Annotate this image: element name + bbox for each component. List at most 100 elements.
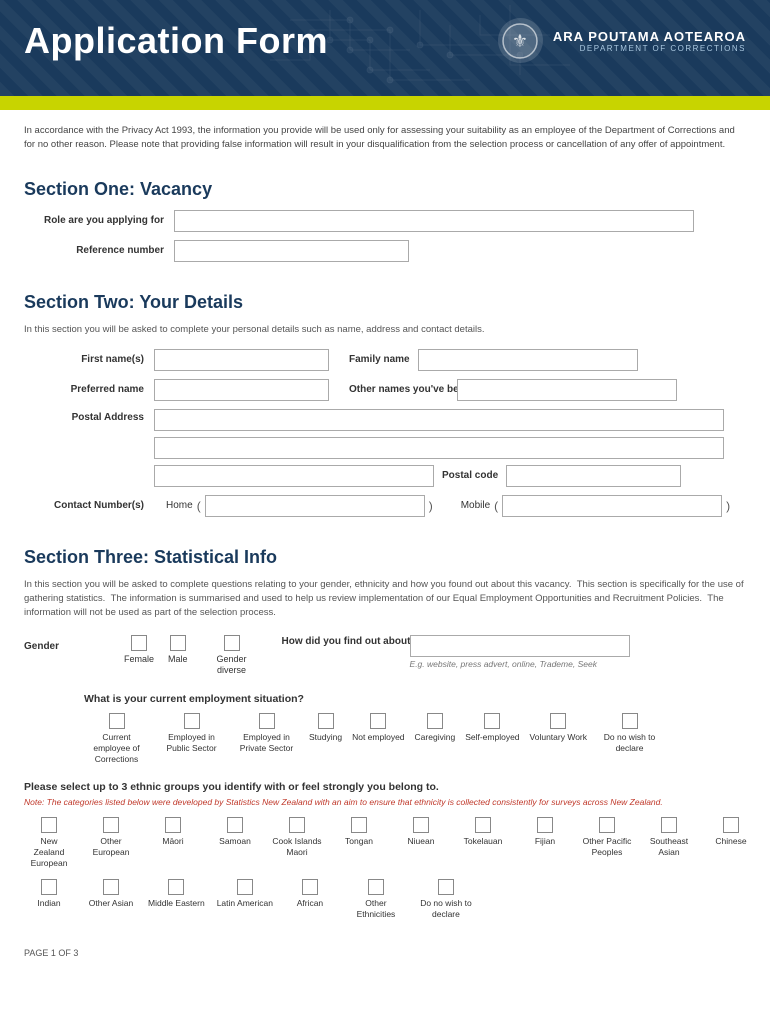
eth-tongan-checkbox[interactable] <box>351 817 367 833</box>
eth-cook-islands-checkbox[interactable] <box>289 817 305 833</box>
eth-indian-checkbox[interactable] <box>41 879 57 895</box>
eth-maori: Māori <box>148 817 198 847</box>
emp-caregiving-label: Caregiving <box>415 732 456 743</box>
emp-private-sector: Employed in Private Sector <box>234 713 299 754</box>
emp-voluntary-checkbox[interactable] <box>550 713 566 729</box>
gender-diverse-label: Gender diverse <box>202 654 262 677</box>
section-three-desc: In this section you will be asked to com… <box>24 578 746 621</box>
how-found-input[interactable] <box>410 635 630 657</box>
postal-address-label: Postal Address <box>24 409 154 423</box>
section-one-title: Section One: Vacancy <box>24 179 746 200</box>
eth-latin-american-checkbox[interactable] <box>237 879 253 895</box>
eth-maori-label: Māori <box>162 836 183 847</box>
eth-niuean-checkbox[interactable] <box>413 817 429 833</box>
preferred-name-row: Preferred name Other names you've been k… <box>24 379 746 401</box>
contact-numbers-label: Contact Number(s) <box>24 500 154 511</box>
address-inputs: Postal code <box>154 409 724 487</box>
ethnicity-note: Note: The categories listed below were d… <box>24 797 746 807</box>
emp-voluntary-label: Voluntary Work <box>530 732 587 743</box>
eth-middle-eastern-checkbox[interactable] <box>168 879 184 895</box>
family-name-label: Family name <box>349 354 410 365</box>
emp-current-corrections-label: Current employee of Corrections <box>84 732 149 765</box>
eth-samoan-label: Samoan <box>219 836 251 847</box>
emp-public-sector-label: Employed in Public Sector <box>159 732 224 754</box>
home-label: Home <box>166 500 193 511</box>
eth-latin-american: Latin American <box>217 879 273 909</box>
vacancy-role-input[interactable] <box>174 210 694 232</box>
eth-chinese-label: Chinese <box>715 836 746 847</box>
eth-african-checkbox[interactable] <box>302 879 318 895</box>
vacancy-ref-input[interactable] <box>174 240 409 262</box>
eth-southeast-asian: Southeast Asian <box>644 817 694 858</box>
emp-self-employed-checkbox[interactable] <box>484 713 500 729</box>
other-names-group: Other names you've been known as <box>349 379 677 401</box>
how-found-hint: E.g. website, press advert, online, Trad… <box>410 659 630 669</box>
gender-female-checkbox[interactable] <box>131 635 147 651</box>
first-name-input[interactable] <box>154 349 329 371</box>
eth-maori-checkbox[interactable] <box>165 817 181 833</box>
eth-other-european-checkbox[interactable] <box>103 817 119 833</box>
eth-tokelauan-checkbox[interactable] <box>475 817 491 833</box>
eth-samoan: Samoan <box>210 817 260 847</box>
address-suburb-input[interactable] <box>154 465 434 487</box>
postal-code-label: Postal code <box>442 470 498 481</box>
emp-private-sector-checkbox[interactable] <box>259 713 275 729</box>
gender-male-item: Male <box>168 635 188 666</box>
gender-diverse-item: Gender diverse <box>202 635 262 677</box>
postal-code-input[interactable] <box>506 465 681 487</box>
address-bottom-row: Postal code <box>154 465 724 487</box>
emp-public-sector-checkbox[interactable] <box>184 713 200 729</box>
gender-diverse-checkbox[interactable] <box>224 635 240 651</box>
eth-tokelauan-label: Tokelauan <box>464 836 503 847</box>
address-line2-input[interactable] <box>154 437 724 459</box>
home-phone-group: Home ( ) <box>166 495 433 517</box>
emp-self-employed: Self-employed <box>465 713 519 743</box>
eth-chinese-checkbox[interactable] <box>723 817 739 833</box>
emp-caregiving-checkbox[interactable] <box>427 713 443 729</box>
emp-do-not-wish-checkbox[interactable] <box>622 713 638 729</box>
ethnicity-row1: New Zealand European Other European Māor… <box>24 817 746 869</box>
eth-nz-european: New Zealand European <box>24 817 74 869</box>
emp-not-employed: Not employed <box>352 713 404 743</box>
eth-do-not-wish-checkbox[interactable] <box>438 879 454 895</box>
eth-other-pacific-label: Other Pacific Peoples <box>582 836 632 858</box>
home-phone-input[interactable] <box>205 495 425 517</box>
mobile-label: Mobile <box>461 500 490 511</box>
eth-other-asian: Other Asian <box>86 879 136 909</box>
eth-southeast-asian-checkbox[interactable] <box>661 817 677 833</box>
emp-not-employed-label: Not employed <box>352 732 404 743</box>
emp-current-corrections-checkbox[interactable] <box>109 713 125 729</box>
gender-options: Female Male Gender diverse <box>124 635 262 677</box>
eth-other-asian-label: Other Asian <box>89 898 133 909</box>
family-name-input[interactable] <box>418 349 638 371</box>
mobile-phone-input[interactable] <box>502 495 722 517</box>
other-names-label: Other names you've been known as <box>349 384 449 395</box>
section-two: Section Two: Your Details In this sectio… <box>0 276 770 531</box>
address-line1-input[interactable] <box>154 409 724 431</box>
emp-do-not-wish: Do no wish to declare <box>597 713 662 754</box>
logo-sub-name: DEPARTMENT OF CORRECTIONS <box>553 44 746 53</box>
eth-samoan-checkbox[interactable] <box>227 817 243 833</box>
eth-niuean: Niuean <box>396 817 446 847</box>
eth-other-ethnicities-checkbox[interactable] <box>368 879 384 895</box>
eth-indian: Indian <box>24 879 74 909</box>
eth-latin-american-label: Latin American <box>217 898 273 909</box>
eth-african-label: African <box>297 898 323 909</box>
emp-public-sector: Employed in Public Sector <box>159 713 224 754</box>
emp-not-employed-checkbox[interactable] <box>370 713 386 729</box>
first-name-label: First name(s) <box>24 354 154 365</box>
eth-middle-eastern: Middle Eastern <box>148 879 205 909</box>
eth-other-pacific-checkbox[interactable] <box>599 817 615 833</box>
preferred-name-input[interactable] <box>154 379 329 401</box>
eth-fijian-checkbox[interactable] <box>537 817 553 833</box>
page-footer: PAGE 1 OF 3 <box>0 938 770 968</box>
eth-other-asian-checkbox[interactable] <box>103 879 119 895</box>
emp-studying-checkbox[interactable] <box>318 713 334 729</box>
gender-male-checkbox[interactable] <box>170 635 186 651</box>
eth-niuean-label: Niuean <box>408 836 435 847</box>
eth-nz-european-checkbox[interactable] <box>41 817 57 833</box>
eth-nz-european-label: New Zealand European <box>24 836 74 869</box>
eth-cook-islands-label: Cook Islands Maori <box>272 836 322 858</box>
other-names-input[interactable] <box>457 379 677 401</box>
preferred-name-label: Preferred name <box>24 384 154 395</box>
